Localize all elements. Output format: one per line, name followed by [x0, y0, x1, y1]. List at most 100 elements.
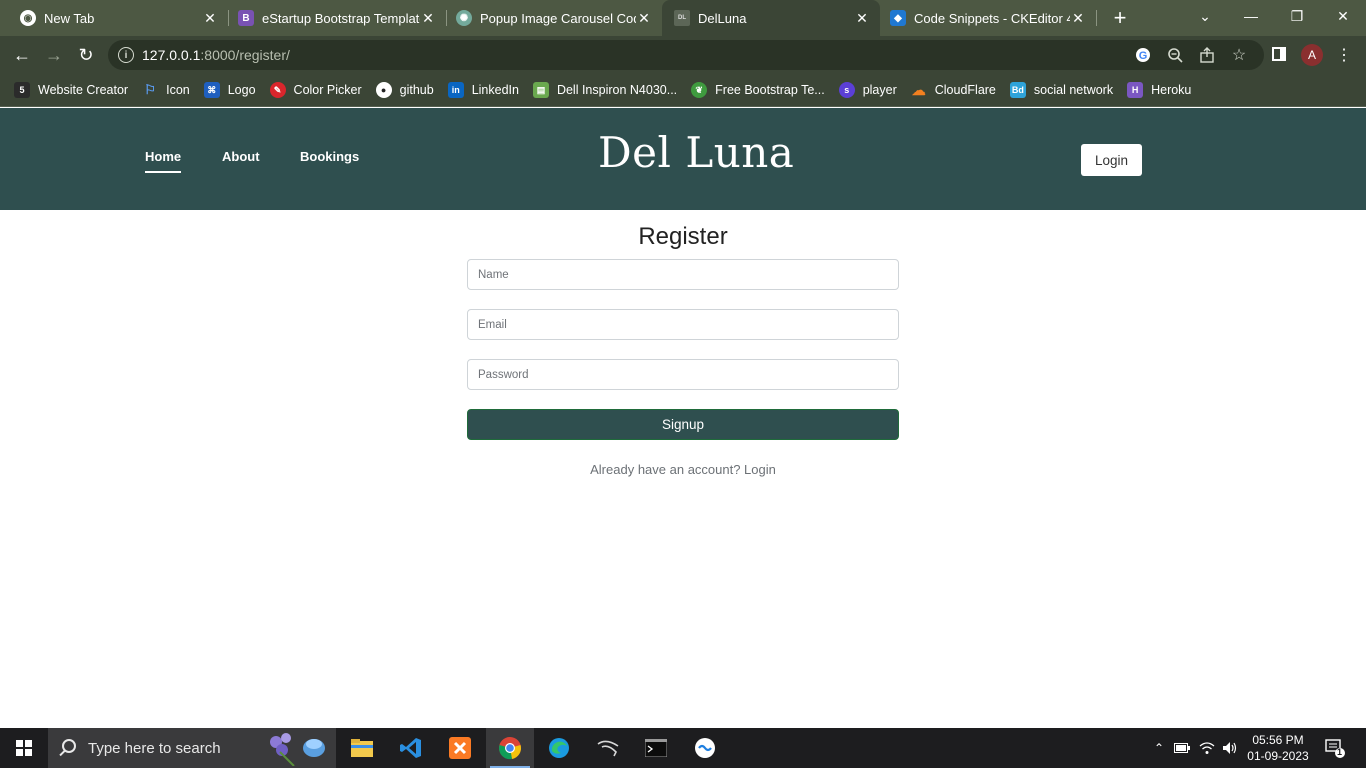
bookmark-label: Heroku — [1151, 83, 1192, 97]
bookmark-website-creator[interactable]: 5 Website Creator — [14, 82, 128, 98]
notification-count: 1 — [1337, 747, 1343, 757]
bookmark-color-picker[interactable]: ✎ Color Picker — [269, 82, 362, 98]
chevron-up-icon[interactable]: ⌃ — [1151, 740, 1167, 756]
tab-delluna[interactable]: DL DelLuna ✕ — [662, 0, 880, 36]
minimize-button[interactable]: — — [1228, 0, 1274, 32]
bookmark-label: LinkedIn — [471, 83, 519, 97]
tab-title: New Tab — [44, 10, 95, 26]
tab-popup-carousel[interactable]: ✺ Popup Image Carousel Code ✕ — [446, 0, 662, 36]
clock-date: 01-09-2023 — [1247, 749, 1309, 763]
color-picker-icon: ✎ — [269, 82, 286, 98]
clock-time: 05:56 PM — [1252, 733, 1304, 747]
wifi-icon[interactable] — [1199, 740, 1215, 756]
svg-text:G: G — [1139, 50, 1148, 62]
url-text: 127.0.0.1:8000/register/ — [142, 47, 290, 63]
close-icon[interactable]: ✕ — [420, 10, 436, 26]
app-icon-blue[interactable] — [681, 728, 729, 768]
search-placeholder: Type here to search — [88, 740, 221, 757]
restore-button[interactable]: ❐ — [1274, 0, 1320, 32]
name-input[interactable] — [467, 259, 899, 290]
close-icon[interactable]: ✕ — [854, 10, 870, 26]
back-button[interactable]: ← — [8, 41, 36, 69]
bookmark-cloudflare[interactable]: ☁ CloudFlare — [911, 82, 996, 98]
close-icon[interactable]: ✕ — [1070, 10, 1086, 26]
vscode-app[interactable] — [387, 728, 435, 768]
bookmark-label: Website Creator — [38, 83, 129, 97]
login-button[interactable]: Login — [1081, 144, 1142, 176]
kali-app[interactable] — [584, 728, 632, 768]
site-favicon-icon: DL — [674, 10, 690, 26]
browser-menu-icon[interactable]: ⋮ — [1333, 44, 1355, 66]
site-logo[interactable]: Del Luna — [598, 128, 794, 177]
edge-app[interactable] — [535, 728, 583, 768]
address-bar[interactable]: i 127.0.0.1:8000/register/ G ☆ — [108, 40, 1264, 70]
tab-new-tab[interactable]: ◉ New Tab ✕ — [0, 0, 228, 36]
bookmark-star-icon[interactable]: ☆ — [1230, 46, 1248, 64]
bookmark-free-bootstrap[interactable]: ❦ Free Bootstrap Te... — [691, 82, 825, 98]
profile-avatar[interactable]: A — [1301, 44, 1323, 66]
bookmark-linkedin[interactable]: in LinkedIn — [447, 82, 519, 98]
bookmark-icon[interactable]: ⚐ Icon — [142, 82, 190, 98]
bookmark-label: social network — [1033, 83, 1114, 97]
close-icon[interactable]: ✕ — [202, 10, 218, 26]
cloudflare-icon: ☁ — [911, 81, 926, 98]
tab-separator — [1096, 10, 1097, 26]
search-highlight-icon — [270, 733, 325, 766]
chrome-app[interactable] — [486, 728, 534, 768]
volume-icon[interactable] — [1222, 740, 1238, 756]
edge-icon — [549, 738, 569, 758]
zoom-icon[interactable] — [1166, 46, 1184, 64]
ckeditor-icon: ◆ — [890, 10, 906, 26]
reload-button[interactable]: ↻ — [72, 41, 100, 69]
nav-home[interactable]: Home — [145, 149, 182, 173]
file-explorer-app[interactable] — [338, 728, 386, 768]
battery-icon[interactable] — [1174, 740, 1190, 756]
bookmark-label: Icon — [166, 83, 190, 97]
tab-search-button[interactable]: ⌄ — [1182, 0, 1228, 32]
website-creator-icon: 5 — [14, 82, 30, 98]
bookmark-social-network[interactable]: Bd social network — [1009, 82, 1114, 98]
password-input[interactable] — [467, 359, 899, 390]
bookmark-label: Free Bootstrap Te... — [715, 83, 825, 97]
bootstrap-te-icon: ❦ — [691, 82, 708, 98]
taskbar-clock[interactable]: 05:56 PM 01-09-2023 — [1240, 732, 1316, 764]
taskbar-search[interactable]: Type here to search — [48, 728, 336, 768]
new-tab-button[interactable]: + — [1108, 5, 1132, 30]
login-link[interactable]: Already have an account? Login — [0, 462, 1366, 477]
bookmark-label: Color Picker — [293, 83, 362, 97]
xampp-app[interactable] — [436, 728, 484, 768]
nav-bookings[interactable]: Bookings — [300, 149, 359, 164]
tab-estartup[interactable]: B eStartup Bootstrap Template ✕ — [228, 0, 446, 36]
notification-center-icon[interactable]: 1 — [1325, 738, 1345, 758]
forward-button[interactable]: → — [40, 41, 68, 69]
windows-icon — [16, 740, 32, 756]
url-host: 127.0.0.1 — [142, 47, 201, 63]
side-panel-icon[interactable] — [1272, 47, 1286, 61]
close-icon[interactable]: ✕ — [636, 10, 652, 26]
social-network-icon: Bd — [1009, 82, 1026, 98]
tab-ckeditor[interactable]: ◆ Code Snippets - CKEditor 4 D ✕ — [880, 0, 1096, 36]
signup-button[interactable]: Signup — [467, 409, 899, 440]
tab-title: Popup Image Carousel Code — [480, 10, 636, 26]
bookmark-label: Logo — [227, 83, 256, 97]
site-info-icon[interactable]: i — [118, 47, 134, 63]
email-input[interactable] — [467, 309, 899, 340]
tab-title: eStartup Bootstrap Template — [262, 10, 420, 26]
nav-about[interactable]: About — [222, 149, 260, 164]
bootstrap-icon: B — [238, 10, 254, 26]
bookmark-label: github — [399, 83, 434, 97]
bookmark-heroku[interactable]: H Heroku — [1127, 82, 1191, 98]
bookmark-dell[interactable]: ▤ Dell Inspiron N4030... — [532, 82, 678, 98]
share-icon[interactable] — [1198, 46, 1216, 64]
bookmark-label: Dell Inspiron N4030... — [556, 83, 678, 97]
bookmark-logo[interactable]: ⌘ Logo — [203, 82, 256, 98]
google-lens-icon[interactable]: G — [1134, 46, 1152, 64]
start-button[interactable] — [0, 728, 48, 768]
close-window-button[interactable]: ✕ — [1320, 0, 1366, 32]
bookmark-github[interactable]: ● github — [375, 82, 434, 98]
github-icon: ● — [375, 82, 392, 98]
heroku-icon: H — [1127, 82, 1144, 98]
bookmark-player[interactable]: s player — [838, 82, 897, 98]
tab-title: DelLuna — [698, 10, 747, 26]
terminal-app[interactable] — [632, 728, 680, 768]
